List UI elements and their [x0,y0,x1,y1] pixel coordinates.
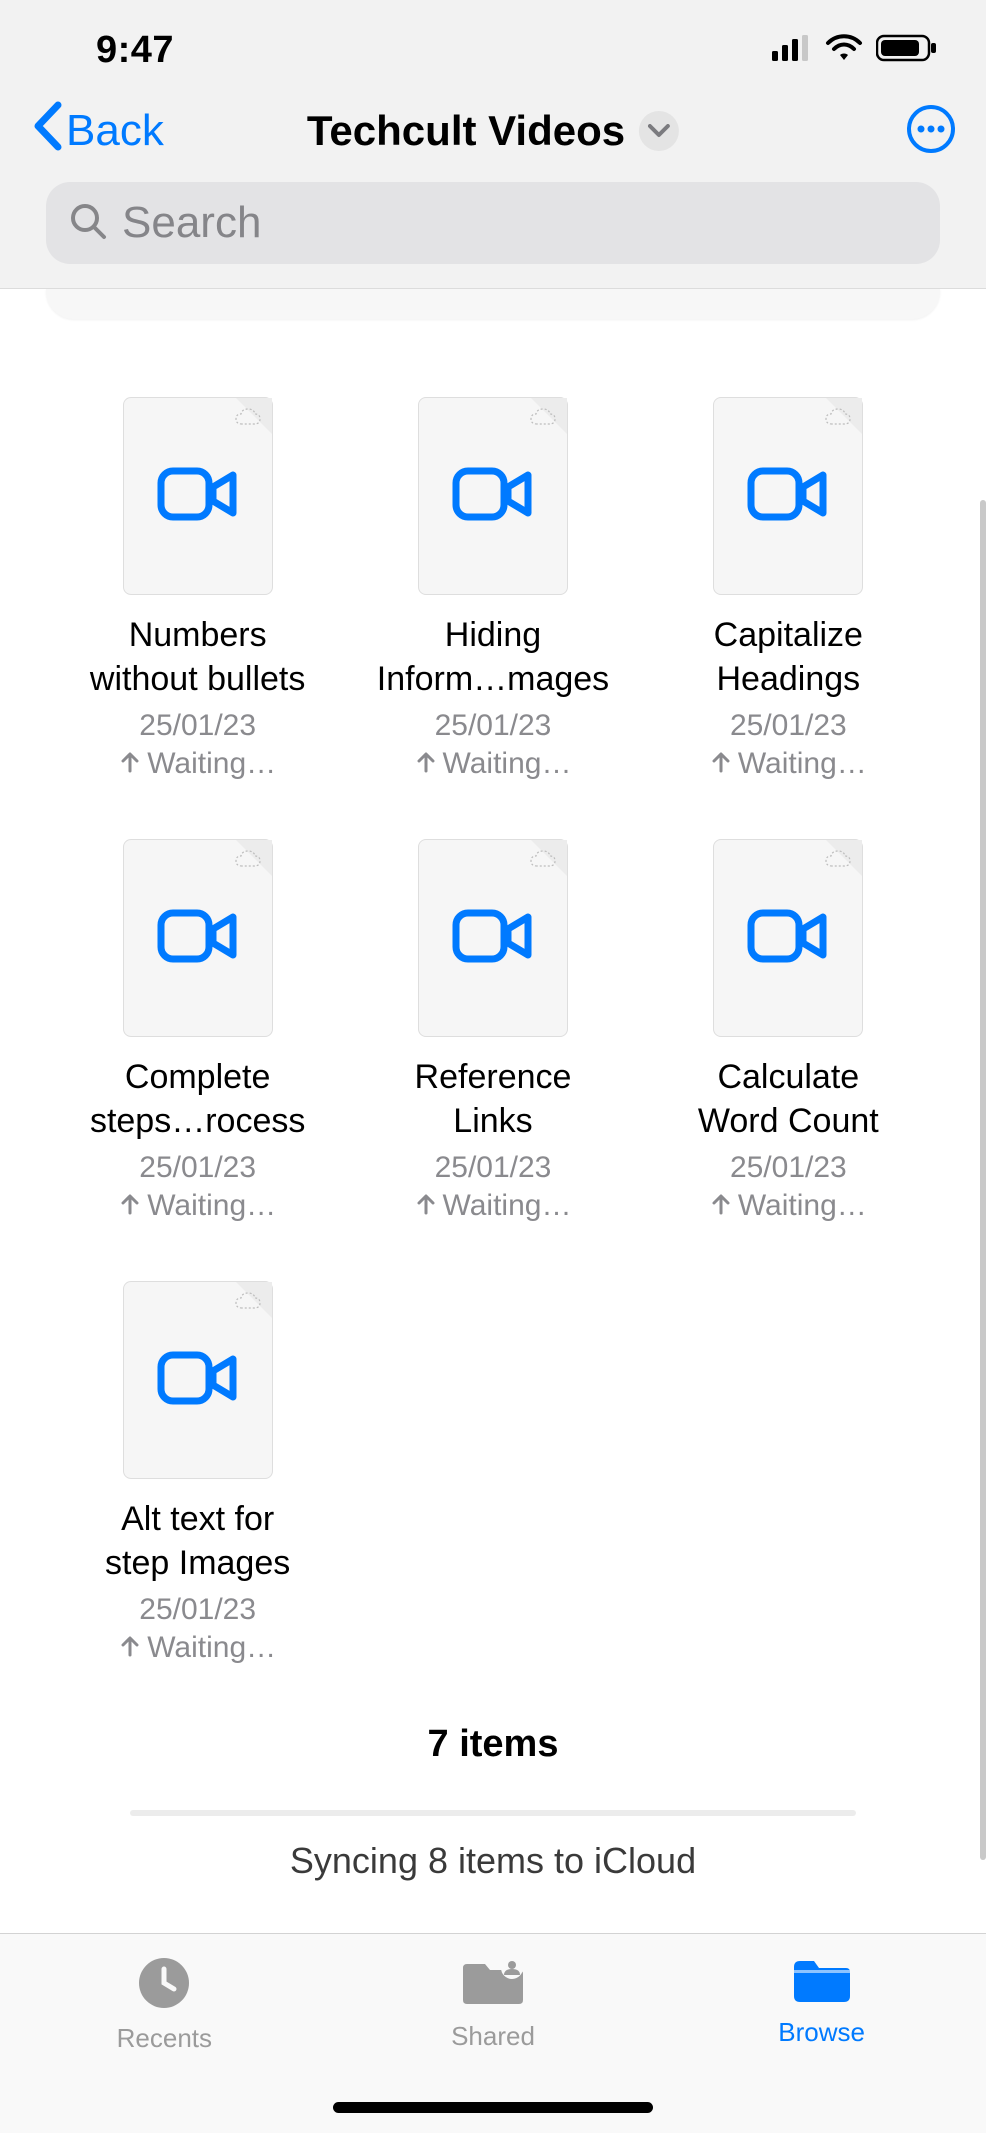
tab-label: Recents [117,2023,212,2054]
video-icon [452,907,534,970]
file-status: Waiting… [415,1189,572,1223]
tab-recents[interactable]: Recents [64,1956,264,2054]
back-button[interactable]: Back [30,101,164,162]
chevron-down-icon [639,111,679,151]
file-name: Alt text forstep Images [105,1497,290,1585]
banner-stub [46,289,940,319]
file-status: Waiting… [119,1189,276,1223]
file-name: HidingInform…mages [377,613,609,701]
search-placeholder: Search [122,198,261,248]
wifi-icon [824,34,864,67]
status-bar: 9:47 [0,0,986,90]
file-status: Waiting… [710,1189,867,1223]
file-status: Waiting… [119,747,276,781]
folder-icon [791,1956,853,2009]
video-icon [157,1349,239,1412]
upload-arrow-icon [119,1189,141,1223]
video-icon [747,907,829,970]
file-status: Waiting… [710,747,867,781]
video-icon [157,465,239,528]
title-dropdown[interactable]: Techcult Videos [307,107,679,155]
upload-arrow-icon [119,1631,141,1665]
cellular-icon [772,35,812,66]
cloud-icon [824,408,852,431]
file-name: Numberswithout bullets [90,613,305,701]
status-icons [772,34,938,67]
cloud-icon [824,850,852,873]
tab-bar: Recents Shared Browse [0,1933,986,2133]
file-thumbnail [418,839,568,1037]
video-icon [747,465,829,528]
battery-icon [876,34,938,67]
file-date: 25/01/23 [139,1593,256,1627]
file-date: 25/01/23 [730,1151,847,1185]
file-thumbnail [123,839,273,1037]
cloud-icon [234,850,262,873]
file-date: 25/01/23 [139,709,256,743]
file-thumbnail [713,839,863,1037]
chevron-left-icon [30,101,66,162]
file-date: 25/01/23 [435,709,552,743]
file-item[interactable]: ReferenceLinks 25/01/23 Waiting… [355,839,630,1223]
cloud-icon [529,850,557,873]
video-icon [157,907,239,970]
upload-arrow-icon [119,747,141,781]
shared-folder-icon [460,1956,526,2013]
cloud-icon [234,1292,262,1315]
search-input[interactable]: Search [46,182,940,264]
upload-arrow-icon [710,1189,732,1223]
file-name: Completesteps…rocess [90,1055,305,1143]
divider [130,1810,856,1816]
cloud-icon [529,408,557,431]
more-button[interactable] [906,104,956,159]
cloud-icon [234,408,262,431]
file-item[interactable]: HidingInform…mages 25/01/23 Waiting… [355,397,630,781]
video-icon [452,465,534,528]
file-thumbnail [123,397,273,595]
file-item[interactable]: Completesteps…rocess 25/01/23 Waiting… [60,839,335,1223]
file-thumbnail [713,397,863,595]
file-item[interactable]: Alt text forstep Images 25/01/23 Waiting… [60,1281,335,1665]
file-name: CapitalizeHeadings [714,613,863,701]
file-item[interactable]: CalculateWord Count 25/01/23 Waiting… [651,839,926,1223]
upload-arrow-icon [415,1189,437,1223]
back-label: Back [66,106,164,156]
tab-label: Shared [451,2021,535,2052]
home-indicator[interactable] [333,2102,653,2113]
upload-arrow-icon [415,747,437,781]
tab-shared[interactable]: Shared [393,1956,593,2052]
search-icon [68,201,108,246]
nav-bar: Back Techcult Videos [0,90,986,182]
file-thumbnail [123,1281,273,1479]
status-time: 9:47 [48,29,174,72]
file-name: CalculateWord Count [698,1055,879,1143]
folder-title: Techcult Videos [307,107,625,155]
file-grid: Numberswithout bullets25/01/23Waiting…Hi… [0,319,986,1685]
file-date: 25/01/23 [139,1151,256,1185]
search-wrap: Search [0,182,986,288]
tab-label: Browse [778,2017,865,2048]
tab-browse[interactable]: Browse [722,1956,922,2048]
scroll-indicator[interactable] [980,500,986,1860]
file-date: 25/01/23 [435,1151,552,1185]
clock-icon [137,1956,191,2015]
file-status: Waiting… [415,747,572,781]
file-status: Waiting… [119,1631,276,1665]
header-region: 9:47 Back Techcult Videos [0,0,986,289]
item-count: 7 items [0,1723,986,1766]
file-item[interactable]: Numberswithout bullets 25/01/23 Waiting… [60,397,335,781]
file-name: ReferenceLinks [415,1055,572,1143]
upload-arrow-icon [710,747,732,781]
file-item[interactable]: CapitalizeHeadings 25/01/23 Waiting… [651,397,926,781]
sync-status: Syncing 8 items to iCloud [0,1840,986,1882]
file-date: 25/01/23 [730,709,847,743]
file-thumbnail [418,397,568,595]
